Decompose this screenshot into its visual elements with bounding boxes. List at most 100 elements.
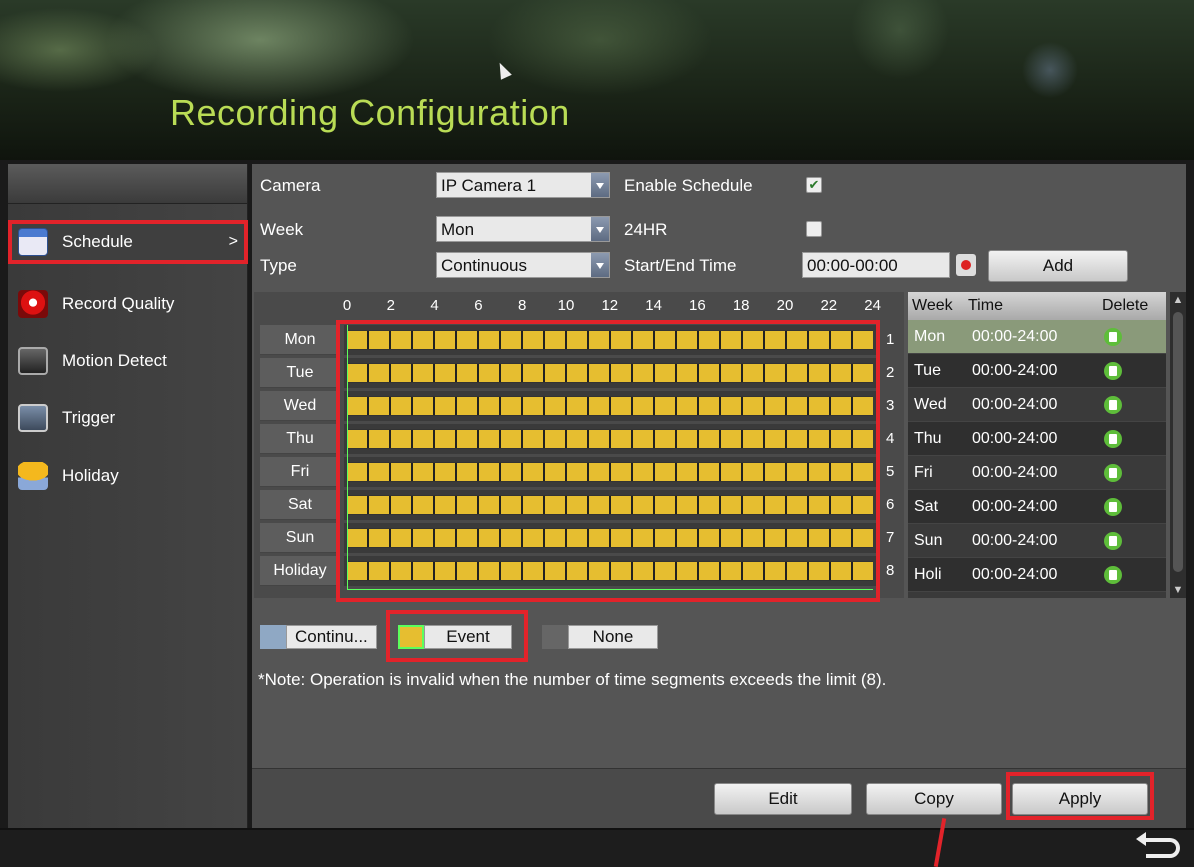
table-row[interactable]: Fri 00:00-24:00 [908,456,1166,490]
scroll-thumb[interactable] [1173,312,1183,572]
list-header: Week Time Delete [908,292,1166,320]
row-time: 00:00-24:00 [972,429,1058,447]
camera-select[interactable]: IP Camera 1 [436,172,610,198]
table-row[interactable]: Mon 00:00-24:00 [908,320,1166,354]
copy-button[interactable]: Copy [866,783,1002,815]
sidebar-item-motion-detect[interactable]: Motion Detect [8,339,248,383]
row-day: Sun [914,531,943,549]
schedule-list: Week Time Delete Mon 00:00-24:00 Tue 00:00-… [908,292,1166,598]
row-time: 00:00-24:00 [972,565,1058,583]
trash-icon[interactable] [1104,361,1122,380]
row-number: 7 [886,529,895,546]
trash-icon[interactable] [1104,327,1122,346]
sidebar-item-label: Trigger [62,408,116,427]
page-title: Recording Configuration [170,92,570,133]
table-row[interactable]: Tue 00:00-24:00 [908,354,1166,388]
table-row[interactable]: Sun 00:00-24:00 [908,524,1166,558]
trash-icon[interactable] [1104,531,1122,550]
list-header-week: Week [912,297,953,314]
chevron-right-icon: > [228,233,238,250]
week-select[interactable]: Mon [436,216,610,242]
sidebar: Schedule > Record Quality Motion Detect … [8,164,248,828]
day-label: Mon [260,325,340,355]
list-header-delete: Delete [1102,297,1149,314]
row-day: Tue [914,361,941,379]
chevron-down-icon[interactable] [591,173,609,197]
clock-icon[interactable] [956,254,976,276]
hour-label: 10 [557,297,575,314]
list-header-time: Time [968,297,1003,314]
row-time: 00:00-24:00 [972,327,1058,345]
camera-label: Camera [260,176,321,195]
row-number: 6 [886,496,895,513]
table-row[interactable]: Sat 00:00-24:00 [908,490,1166,524]
day-label: Tue [260,358,340,388]
trash-icon[interactable] [1104,429,1122,448]
trash-icon[interactable] [1104,463,1122,482]
day-label: Sun [260,523,340,553]
sidebar-header [8,164,247,204]
row-day: Sat [914,497,939,515]
24hr-label: 24HR [624,220,668,239]
start-end-time-label: Start/End Time [624,256,737,275]
24hr-checkbox[interactable] [806,221,822,237]
hour-label: 0 [342,297,352,314]
table-row[interactable]: Wed 00:00-24:00 [908,388,1166,422]
start-end-time-input[interactable]: 00:00-00:00 [802,252,950,278]
trash-icon[interactable] [1104,395,1122,414]
scroll-down-icon[interactable]: ▼ [1170,582,1186,598]
edit-button[interactable]: Edit [714,783,852,815]
enable-schedule-checkbox[interactable]: ✔ [806,177,822,193]
hour-label: 12 [601,297,619,314]
add-button[interactable]: Add [988,250,1128,282]
table-row[interactable]: Thu 00:00-24:00 [908,422,1166,456]
record-icon [18,290,48,318]
day-label: Sat [260,490,340,520]
sidebar-item-trigger[interactable]: Trigger [8,396,248,440]
scroll-up-icon[interactable]: ▲ [1170,292,1186,308]
note-text: *Note: Operation is invalid when the num… [258,670,887,689]
holiday-umbrella-icon [18,462,48,490]
hour-label: 18 [732,297,750,314]
legend-none-swatch [542,625,568,649]
row-time: 00:00-24:00 [972,463,1058,481]
sidebar-item-holiday[interactable]: Holiday [8,454,248,498]
legend-event-highlight-frame [386,610,528,662]
legend-continuous-swatch [260,625,286,649]
trigger-icon [18,404,48,432]
chevron-down-icon[interactable] [591,253,609,277]
row-day: Mon [914,327,946,345]
header-banner: Recording Configuration [0,0,1194,160]
day-label: Holiday [260,556,340,586]
sidebar-item-record-quality[interactable]: Record Quality [8,282,248,326]
sidebar-item-label: Motion Detect [62,351,167,370]
type-select-value: Continuous [441,256,528,275]
trash-icon[interactable] [1104,565,1122,584]
table-row[interactable]: Holi 00:00-24:00 [908,558,1166,592]
legend-none[interactable]: None [542,624,658,650]
chevron-down-icon[interactable] [591,217,609,241]
list-scrollbar[interactable]: ▲ ▼ [1170,292,1186,598]
enable-schedule-label: Enable Schedule [624,176,753,195]
legend-continuous[interactable]: Continu... [260,624,377,650]
sidebar-item-label: Holiday [62,466,119,485]
row-number: 4 [886,430,895,447]
row-number: 2 [886,364,895,381]
sidebar-item-label: Record Quality [62,294,175,313]
hour-label: 22 [820,297,838,314]
back-arrow-icon[interactable] [1136,832,1180,858]
day-label: Thu [260,424,340,454]
sidebar-item-schedule[interactable]: Schedule > [8,220,248,264]
schedule-grid[interactable]: 0 2 4 6 8 10 12 14 16 18 20 22 24 Mon 1 Tue 2 Wed 3 Thu 4 Fr… [254,292,904,602]
grid-highlight-frame [336,320,880,602]
trash-icon[interactable] [1104,497,1122,516]
hour-label: 14 [645,297,662,314]
hour-label: 6 [474,297,483,314]
list-rows: Mon 00:00-24:00 Tue 00:00-24:00 Wed 00:00-24:… [908,320,1166,592]
row-number: 8 [886,562,895,579]
legend-continuous-label: Continu... [286,625,377,649]
row-day: Wed [914,395,947,413]
legend-none-label: None [568,625,658,649]
type-select[interactable]: Continuous [436,252,610,278]
row-time: 00:00-24:00 [972,531,1058,549]
